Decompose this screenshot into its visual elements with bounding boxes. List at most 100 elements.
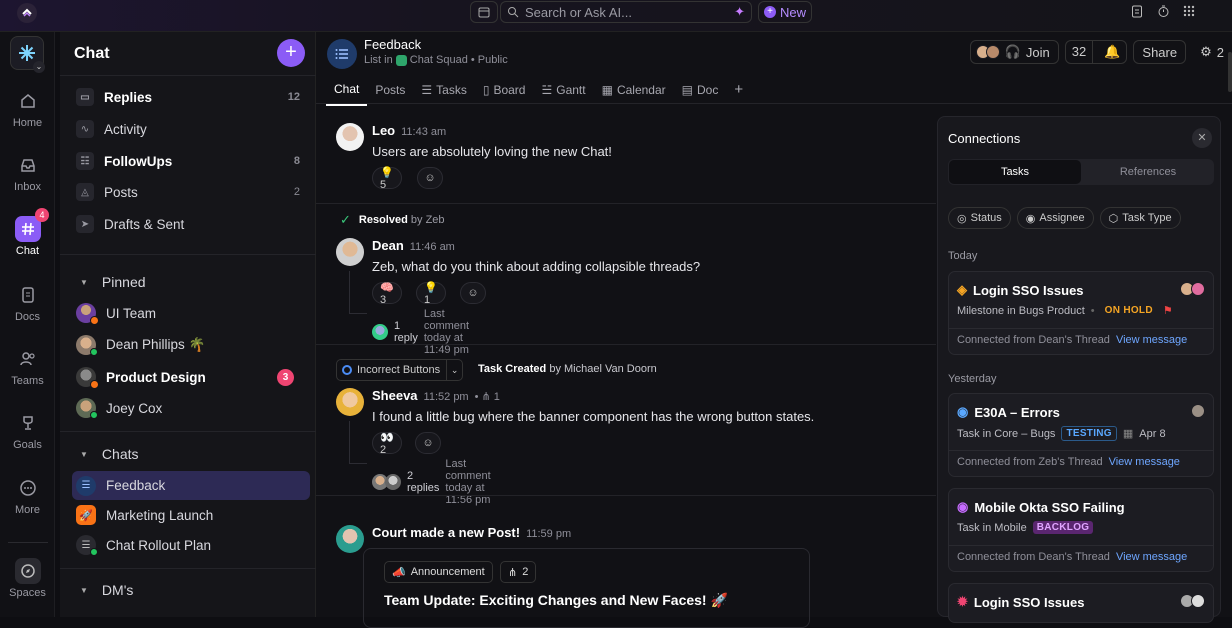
rail-teams[interactable]: Teams xyxy=(0,346,55,387)
task-type-filter[interactable]: ⬡ Task Type xyxy=(1099,207,1181,229)
task-chip[interactable]: Incorrect Buttons ⌄ xyxy=(336,359,464,381)
tab-tasks[interactable]: ☰ Tasks xyxy=(413,80,474,106)
sidebar-item-drafts[interactable]: ➤ Drafts & Sent xyxy=(72,210,310,238)
breadcrumb-space[interactable]: Chat Squad xyxy=(410,54,468,66)
breadcrumb[interactable]: List in Chat Squad • Public xyxy=(364,54,508,66)
tab-references[interactable]: References xyxy=(1082,159,1214,185)
workspace-switcher[interactable]: ⌄ xyxy=(10,36,45,73)
tab-calendar[interactable]: ▦ Calendar xyxy=(594,80,674,106)
app-logo[interactable] xyxy=(17,3,37,23)
tab-label: Tasks xyxy=(1000,166,1030,178)
dms-section-header[interactable]: ▼ DM's xyxy=(80,582,133,598)
sidebar-item-marketing-launch[interactable]: 🚀 Marketing Launch xyxy=(72,501,310,529)
tab-gantt[interactable]: ☱ Gantt xyxy=(533,80,593,106)
rail-more[interactable]: More xyxy=(0,475,55,516)
rail-docs-label: Docs xyxy=(14,311,41,323)
sidebar-item-label: Dean Phillips 🌴 xyxy=(106,337,206,352)
task-created-title: Task Created xyxy=(478,363,547,375)
automation-button[interactable]: ⚙ 2 xyxy=(1192,40,1232,64)
rail-home[interactable]: Home xyxy=(0,88,55,129)
tab-doc[interactable]: ▤ Doc xyxy=(674,80,727,106)
post-subtask-count[interactable]: ⋔ 2 xyxy=(500,561,537,583)
apps-grid-icon[interactable] xyxy=(1182,4,1196,18)
tab-posts[interactable]: Posts xyxy=(367,80,413,106)
sidebar-item-dean-phillips[interactable]: Dean Phillips 🌴 xyxy=(72,331,310,359)
bell-icon[interactable]: 🔔 xyxy=(1098,44,1126,60)
subtask-icon: ⋔ xyxy=(508,566,518,579)
add-reaction-icon[interactable]: ☺ xyxy=(415,432,441,454)
pinned-section-header[interactable]: ▼ Pinned xyxy=(80,274,146,290)
search-bar[interactable]: Search or Ask AI... ✦ xyxy=(500,1,752,23)
connection-card[interactable]: ◉ E30A – Errors Task in Core – Bugs TESTIN… xyxy=(948,393,1214,477)
rail-goals[interactable]: Goals xyxy=(0,410,55,451)
notepad-icon[interactable] xyxy=(1130,4,1144,18)
add-reaction-icon[interactable]: ☺ xyxy=(417,167,443,189)
sidebar-item-feedback[interactable]: ☰ Feedback xyxy=(72,471,310,500)
card-title: E30A – Errors xyxy=(974,404,1060,420)
scrollbar[interactable] xyxy=(1228,52,1232,92)
reaction-lightbulb[interactable]: 💡 1 xyxy=(416,282,446,306)
list-header: Feedback List in Chat Squad • Public Cha… xyxy=(316,32,1232,106)
reaction-brain[interactable]: 🧠 3 xyxy=(372,282,402,306)
sidebar-item-followups[interactable]: ☷ FollowUps 8 xyxy=(72,147,310,175)
reaction-eyes[interactable]: 👀 2 xyxy=(372,432,402,456)
avatar xyxy=(76,367,99,389)
ai-sparkle-icon[interactable]: ✦ xyxy=(734,4,745,20)
join-call-button[interactable]: 🎧 Join xyxy=(969,40,1059,64)
tab-tasks[interactable]: Tasks xyxy=(949,160,1081,184)
close-icon[interactable]: ✕ xyxy=(1192,128,1212,148)
card-subtitle: Task in Core – Bugs xyxy=(957,427,1056,440)
calendar-icon: ▦ xyxy=(601,83,613,97)
tab-chat[interactable]: Chat xyxy=(326,80,368,106)
sidebar-item-chat-rollout-plan[interactable]: ☰ Chat Rollout Plan xyxy=(72,531,310,559)
timer-icon[interactable] xyxy=(1156,4,1170,18)
sidebar-item-posts[interactable]: ◬ Posts 2 xyxy=(72,178,310,206)
last-comment: Last comment today at 11:49 pm xyxy=(423,308,470,356)
avatar xyxy=(76,303,99,325)
sidebar-item-ui-team[interactable]: UI Team xyxy=(72,299,310,327)
connection-card[interactable]: ✹ Login SSO Issues xyxy=(948,583,1214,623)
view-message-link[interactable]: View message xyxy=(1116,551,1187,563)
collapse-triangle-icon: ▼ xyxy=(80,277,88,287)
chats-section-header[interactable]: ▼ Chats xyxy=(80,446,139,462)
thread-summary[interactable]: 1 reply Last comment today at 11:49 pm xyxy=(372,308,469,356)
gantt-icon: ☱ xyxy=(541,83,553,97)
due-date: Apr 8 xyxy=(1139,427,1166,440)
tab-label: Gantt xyxy=(556,83,586,97)
chat-badge: 4 xyxy=(35,208,49,222)
sidebar-item-joey-cox[interactable]: Joey Cox xyxy=(72,394,310,422)
sidebar-item-product-design[interactable]: Product Design 3 xyxy=(72,363,310,391)
view-message-link[interactable]: View message xyxy=(1116,334,1187,346)
status-icon: ◎ xyxy=(957,212,967,225)
connection-card[interactable]: ◉ Mobile Okta SSO Failing Task in Mobile B… xyxy=(948,488,1214,572)
announcement-tag[interactable]: 📣 Announcement xyxy=(384,561,493,583)
rail-inbox[interactable]: Inbox xyxy=(0,152,55,193)
chevron-down-icon[interactable]: ⌄ xyxy=(446,360,462,380)
view-message-link[interactable]: View message xyxy=(1109,456,1180,468)
calendar-icon[interactable] xyxy=(470,1,498,23)
add-reaction-icon[interactable]: ☺ xyxy=(460,282,486,304)
thread-summary[interactable]: 2 replies Last comment today at 11:56 pm xyxy=(372,458,491,506)
rail-spaces[interactable]: Spaces xyxy=(0,558,55,599)
members-button[interactable]: 32 🔔 xyxy=(1064,40,1128,64)
collapse-triangle-icon: ▼ xyxy=(80,585,88,595)
avatar xyxy=(336,525,364,553)
new-button[interactable]: + New xyxy=(758,1,812,23)
tag-label: Announcement xyxy=(410,566,485,578)
status-filter[interactable]: ◎ Status xyxy=(948,207,1011,229)
check-icon: ✓ xyxy=(340,212,351,227)
new-chat-button[interactable]: + xyxy=(277,39,305,67)
connection-card[interactable]: ◈ Login SSO Issues Milestone in Bugs Prod… xyxy=(948,271,1214,355)
post-card[interactable]: 📣 Announcement ⋔ 2 Team Update: Exciting C… xyxy=(363,548,810,628)
sidebar-item-activity[interactable]: ∿ Activity xyxy=(72,115,310,143)
visibility-label: • Public xyxy=(470,54,508,66)
tab-label: Chat xyxy=(334,82,360,96)
sidebar-item-replies[interactable]: ▭ Replies 12 xyxy=(72,83,310,111)
reaction-lightbulb[interactable]: 💡 5 xyxy=(372,167,402,191)
tab-board[interactable]: ▯ Board xyxy=(475,80,534,106)
rail-docs[interactable]: Docs xyxy=(0,282,55,323)
assignee-filter[interactable]: ◉ Assignee xyxy=(1016,207,1094,229)
rail-chat[interactable]: 4 Chat xyxy=(0,208,55,257)
add-view-button[interactable]: + xyxy=(726,80,751,106)
share-button[interactable]: Share xyxy=(1133,40,1187,64)
